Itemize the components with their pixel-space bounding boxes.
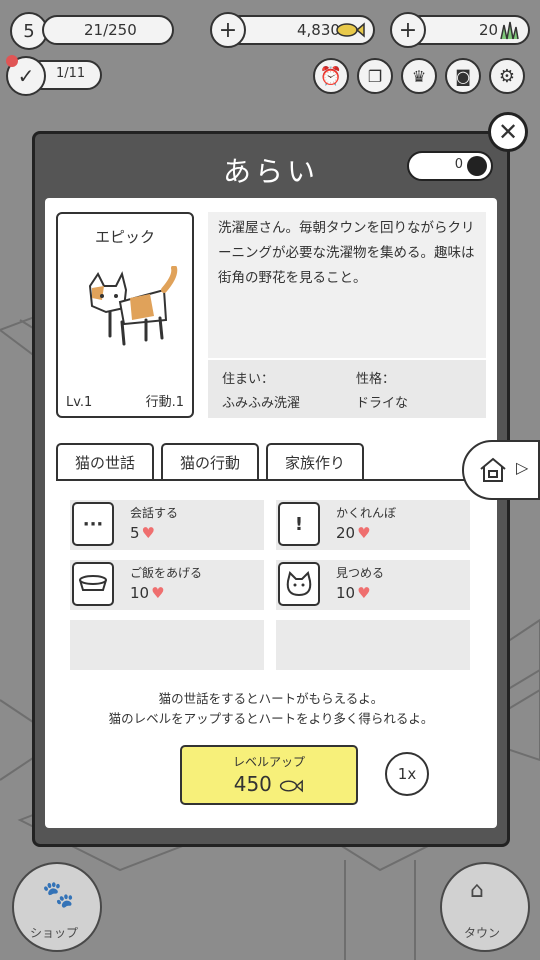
action-value: 5 ♥ — [130, 524, 155, 542]
gear-icon[interactable]: ⚙ — [489, 58, 525, 94]
album-icon[interactable]: ❐ — [357, 58, 393, 94]
action-value: 20 ♥ — [336, 524, 371, 542]
paw-icon: 🐾 — [42, 880, 75, 910]
cat-action-level: 行動.1 — [145, 395, 184, 410]
rarity-label: エピック — [94, 228, 155, 246]
level-up-cost: 450 — [233, 772, 272, 796]
trophy-icon[interactable]: ♛ — [401, 58, 437, 94]
action-talk[interactable]: ··· 会話する 5 ♥ — [70, 500, 264, 550]
tab-divider — [56, 479, 486, 481]
house-icon — [480, 457, 506, 482]
hint-line-1: 猫の世話をするとハートがもらえるよ。 — [158, 691, 384, 706]
food-bowl-icon — [72, 562, 114, 606]
fish-icon — [335, 20, 365, 44]
cat-illustration — [88, 266, 178, 346]
level-up-label: レベルアップ — [232, 755, 305, 769]
cat-level: Lv.1 — [66, 395, 93, 410]
action-label: 見つめる — [336, 566, 385, 580]
coin-icon — [467, 156, 487, 176]
shop-button[interactable]: 🐾 ショップ — [12, 862, 102, 952]
personality-label: 性格： — [356, 372, 396, 387]
home-value: ふみふみ洗濯 — [222, 396, 301, 411]
level-up-button[interactable]: レベルアップ 450 — [180, 745, 358, 805]
action-value: 10 ♥ — [336, 584, 371, 602]
tab-family[interactable]: 家族作り — [266, 443, 364, 481]
empty-slot — [70, 620, 264, 670]
fish-count: 4,830 — [297, 21, 340, 39]
xp-bar: 21/250 — [42, 15, 174, 45]
town-label: タウン — [464, 926, 501, 940]
notification-dot — [6, 55, 18, 67]
arrow-right-icon: ▷ — [516, 458, 529, 477]
cat-face-icon — [278, 562, 320, 606]
cat-card: エピック Lv.1 行動.1 — [56, 212, 194, 418]
camera-icon[interactable]: ◙ — [445, 58, 481, 94]
xp-text: 21/250 — [84, 21, 137, 39]
tab-cat-care[interactable]: 猫の世話 — [56, 443, 154, 481]
cat-description: 洗濯屋さん。毎朝タウンを回りながらクリーニングが必要な洗濯物を集める。趣味は街角… — [208, 212, 486, 358]
action-feed[interactable]: ご飯をあげる 10 ♥ — [70, 560, 264, 610]
level-up-cost-row: 450 — [182, 772, 356, 796]
speech-dots-icon: ··· — [72, 502, 114, 546]
heart-icon: ♥ — [151, 584, 165, 602]
hint-line-2: 猫のレベルをアップするとハートをより多く得られるよ。 — [108, 711, 434, 726]
heart-icon: ♥ — [357, 524, 371, 542]
home-label: 住まい： — [222, 372, 275, 387]
personality-value: ドライな — [356, 396, 409, 411]
add-fish-button[interactable]: + — [210, 12, 246, 48]
action-hide-and-seek[interactable]: ! かくれんぼ 20 ♥ — [276, 500, 470, 550]
exclamation-icon: ! — [278, 502, 320, 546]
coin-counter: 0 — [407, 151, 493, 181]
alarm-clock-icon[interactable]: ⏰ — [313, 58, 349, 94]
mission-text: 1/11 — [56, 66, 86, 81]
multiplier-button[interactable]: 1x — [385, 752, 429, 796]
town-icon: ⌂ — [470, 878, 484, 903]
tab-cat-actions[interactable]: 猫の行動 — [161, 443, 259, 481]
town-button[interactable]: ⌂ タウン — [440, 862, 530, 952]
empty-slot — [276, 620, 470, 670]
close-icon: ✕ — [497, 118, 519, 146]
heart-icon: ♥ — [357, 584, 371, 602]
level-value: 5 — [23, 20, 35, 42]
action-label: ご飯をあげる — [130, 566, 203, 580]
catnip-icon — [498, 19, 520, 45]
action-label: かくれんぼ — [336, 506, 397, 520]
action-value: 10 ♥ — [130, 584, 165, 602]
fish-counter: 4,830 — [225, 15, 375, 45]
action-label: 会話する — [130, 506, 179, 520]
add-grass-button[interactable]: + — [390, 12, 426, 48]
shop-label: ショップ — [30, 926, 79, 940]
coin-count: 0 — [454, 157, 463, 172]
fish-icon — [280, 779, 304, 792]
grass-count: 20 — [479, 21, 499, 39]
action-stare[interactable]: 見つめる 10 ♥ — [276, 560, 470, 610]
house-side-button[interactable]: ▷ — [462, 440, 540, 500]
heart-icon: ♥ — [141, 524, 155, 542]
cat-info: 住まい： ふみふみ洗濯 性格： ドライな — [208, 360, 486, 418]
close-button[interactable]: ✕ — [488, 112, 528, 152]
